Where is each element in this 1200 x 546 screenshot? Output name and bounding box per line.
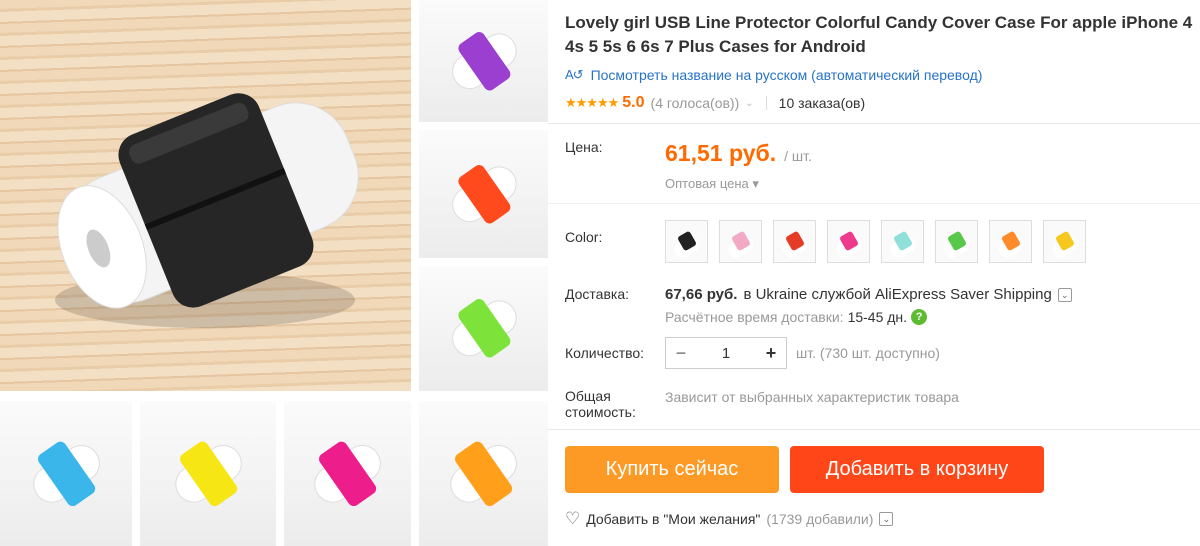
star-rating-icon: ★★★★★ — [565, 95, 619, 110]
plus-icon[interactable]: + — [756, 343, 786, 364]
heart-plus-icon[interactable]: ♡ — [565, 509, 580, 529]
translate-link-label: Посмотреть название на русском (автомати… — [590, 67, 983, 83]
color-swatch-black[interactable] — [665, 220, 708, 263]
thumbnail-pink[interactable] — [284, 401, 411, 546]
wishlist-row[interactable]: ♡ Добавить в "Мои желания" (1739 добавил… — [565, 509, 894, 529]
shipping-label: Доставка: — [565, 286, 630, 302]
shipping-description: в Ukraine службой AliExpress Saver Shipp… — [743, 286, 1052, 303]
quantity-label: Количество: — [565, 345, 645, 361]
delivery-time-value: 15-45 дн. — [847, 309, 908, 325]
thumbnail-blue[interactable] — [0, 401, 132, 546]
shipping-price: 67,66 руб. — [665, 286, 738, 303]
divider — [548, 123, 1200, 124]
color-swatch-green[interactable] — [935, 220, 978, 263]
color-label: Color: — [565, 229, 603, 245]
product-info: Lovely girl USB Line Protector Colorful … — [548, 0, 1200, 546]
translate-icon: A↺ — [565, 67, 584, 82]
translate-link[interactable]: A↺ Посмотреть название на русском (автом… — [565, 67, 982, 83]
add-to-cart-button[interactable]: Добавить в корзину — [790, 446, 1044, 493]
wholesale-price-toggle[interactable]: Оптовая цена ▾ — [665, 176, 759, 192]
total-label: Общая стоимость: — [565, 388, 636, 420]
rating-score: 5.0 — [622, 94, 645, 111]
thumbnail-purple[interactable] — [419, 0, 548, 122]
color-swatch-pink[interactable] — [827, 220, 870, 263]
color-swatch-yellow[interactable] — [1043, 220, 1086, 263]
color-swatch-orange[interactable] — [989, 220, 1032, 263]
thumbnail-yellow[interactable] — [140, 401, 276, 546]
thumbnail-orange[interactable] — [419, 130, 548, 258]
quantity-stepper: − 1 + — [665, 337, 787, 369]
divider — [548, 203, 1200, 204]
total-value: Зависит от выбранных характеристик товар… — [665, 389, 959, 405]
orders-count: 10 заказа(ов) — [778, 95, 866, 111]
thumbnail-green[interactable] — [419, 266, 548, 391]
wishlist-label[interactable]: Добавить в "Мои желания" — [586, 511, 760, 527]
votes-count[interactable]: (4 голоса(ов)) — [651, 95, 740, 111]
main-product-image[interactable] — [0, 0, 411, 391]
color-options — [665, 220, 1086, 263]
thumbnail-amber[interactable] — [419, 401, 548, 546]
minus-icon[interactable]: − — [666, 343, 696, 364]
buy-now-button[interactable]: Купить сейчас — [565, 446, 779, 493]
rating-row: ★★★★★ 5.0 (4 голоса(ов)) ⌄ 10 заказа(ов) — [565, 93, 865, 113]
quantity-available: шт. (730 шт. доступно) — [796, 345, 940, 361]
product-title: Lovely girl USB Line Protector Colorful … — [565, 13, 1193, 56]
chevron-down-icon[interactable]: ⌄ — [1057, 287, 1072, 302]
chevron-down-icon[interactable]: ⌄ — [745, 98, 753, 109]
delivery-time: Расчётное время доставки: 15-45 дн. ? — [665, 309, 928, 325]
shipping-method: 67,66 руб. в Ukraine службой AliExpress … — [665, 286, 1072, 303]
quantity-input[interactable]: 1 — [722, 345, 730, 362]
price-unit: / шт. — [784, 148, 812, 164]
divider — [548, 429, 1200, 430]
divider — [765, 96, 767, 110]
product-gallery — [0, 0, 548, 546]
color-swatch-light-pink[interactable] — [719, 220, 762, 263]
price-block: 61,51 руб. / шт. — [665, 140, 812, 167]
chevron-down-icon[interactable]: ⌄ — [879, 512, 894, 526]
color-swatch-mint[interactable] — [881, 220, 924, 263]
price-label: Цена: — [565, 139, 603, 155]
wishlist-count: (1739 добавили) — [766, 511, 874, 527]
delivery-time-label: Расчётное время доставки: — [665, 309, 844, 325]
price-value: 61,51 руб. — [665, 140, 777, 166]
color-swatch-red[interactable] — [773, 220, 816, 263]
help-icon[interactable]: ? — [911, 309, 928, 325]
